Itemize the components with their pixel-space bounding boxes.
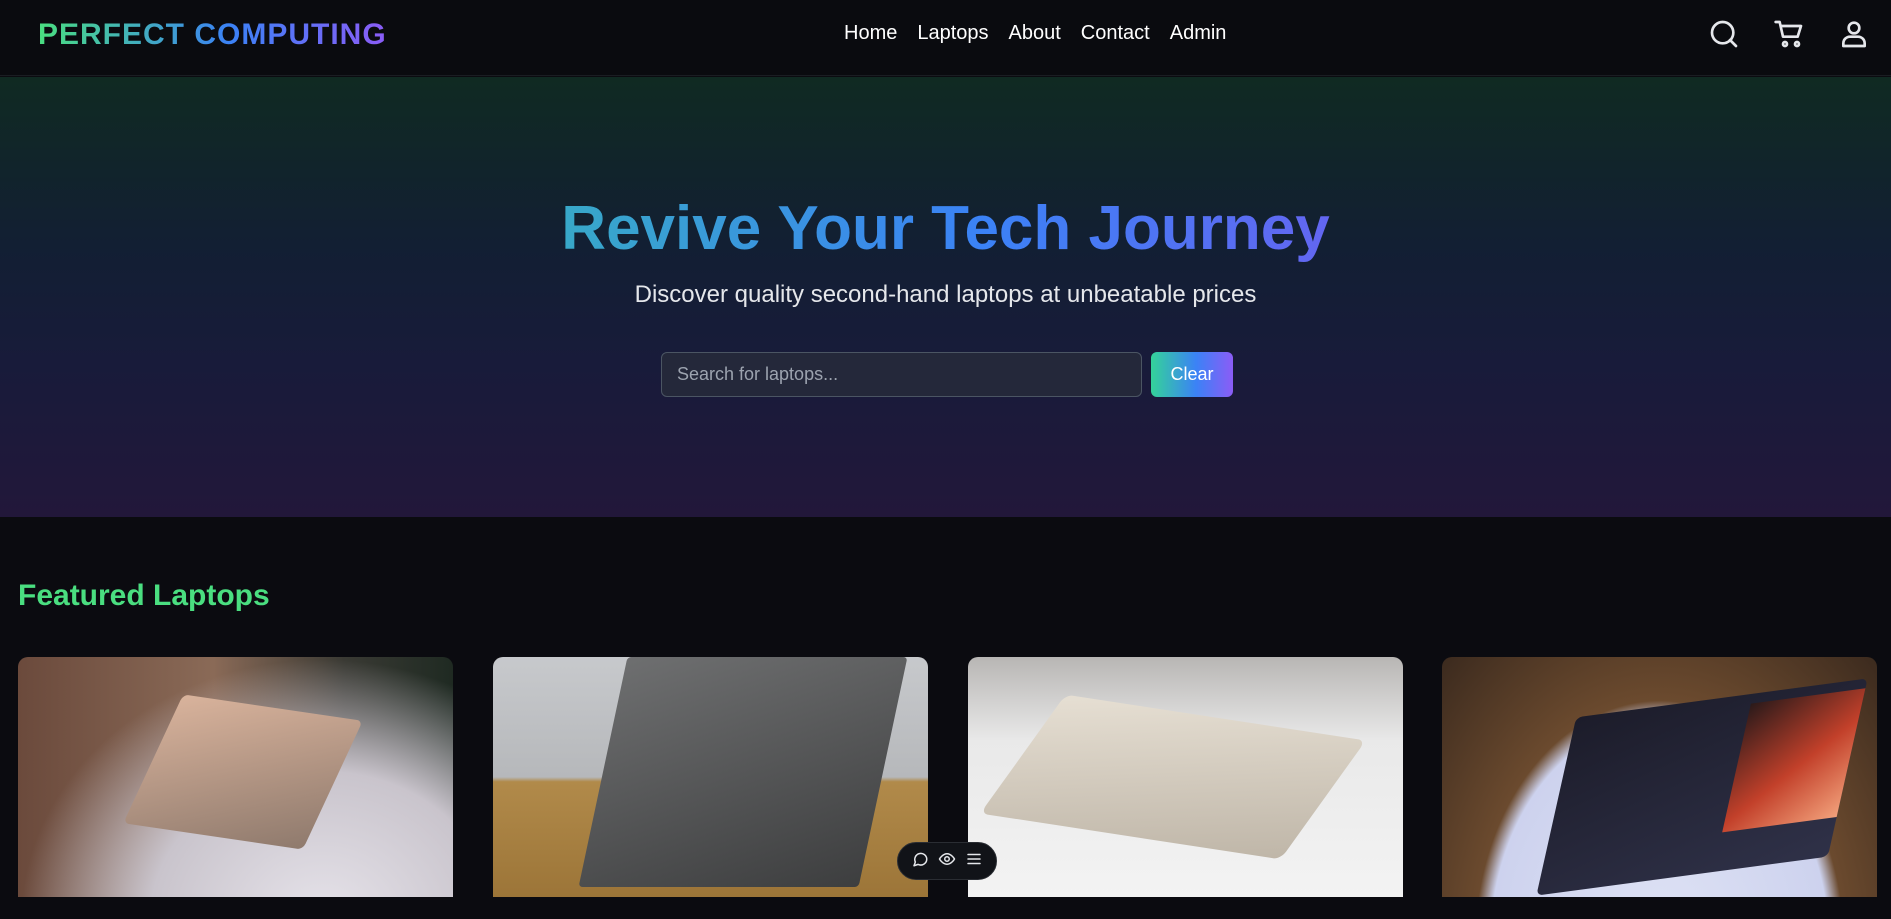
top-navbar: PERFECT COMPUTING Home Laptops About Con… [0,0,1891,76]
laptop-card[interactable] [18,657,453,919]
user-icon[interactable] [1838,18,1870,50]
hero-title: Revive Your Tech Journey [561,194,1330,263]
floating-toolbar [897,842,997,880]
nav-link-admin[interactable]: Admin [1170,22,1227,45]
menu-icon[interactable] [965,850,983,873]
laptop-card[interactable] [968,657,1403,919]
nav-link-home[interactable]: Home [844,22,897,45]
laptop-photo [968,657,1403,897]
hero-subtitle: Discover quality second-hand laptops at … [634,281,1257,308]
search-icon[interactable] [1708,18,1740,50]
clear-button[interactable]: Clear [1151,352,1233,397]
nav-link-about[interactable]: About [1009,22,1061,45]
laptop-card[interactable] [493,657,928,919]
brand-logo[interactable]: PERFECT COMPUTING [38,18,387,52]
laptop-search-input[interactable] [661,352,1142,397]
cart-icon[interactable] [1773,18,1805,50]
nav-link-laptops[interactable]: Laptops [917,22,988,45]
laptop-photo [493,657,928,897]
featured-section-title: Featured Laptops [18,579,270,612]
hero-section: Revive Your Tech Journey Discover qualit… [0,77,1891,517]
laptop-photo [18,657,453,897]
eye-icon[interactable] [938,850,956,873]
laptop-card[interactable] [1442,657,1877,919]
laptop-photo [1442,657,1877,897]
comment-icon[interactable] [911,850,929,873]
nav-link-contact[interactable]: Contact [1081,22,1150,45]
main-nav: Home Laptops About Contact Admin [844,22,1226,45]
